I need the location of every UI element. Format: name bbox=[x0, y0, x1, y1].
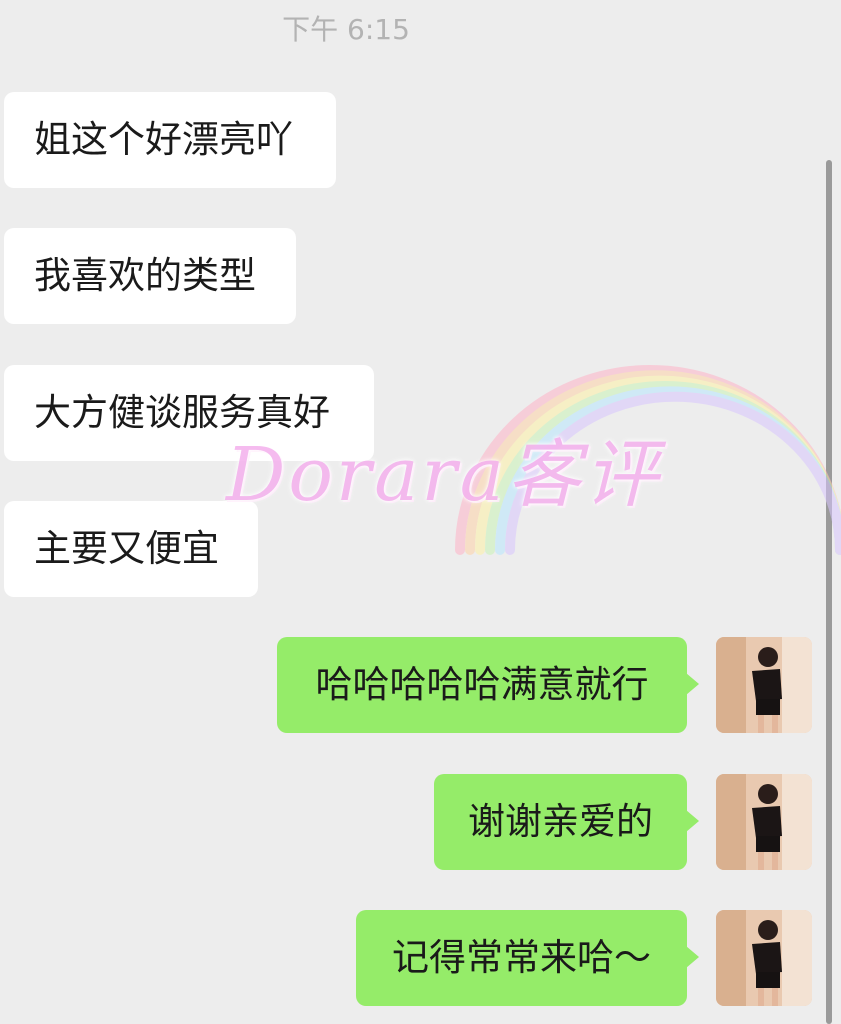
avatar-photo-icon bbox=[716, 774, 812, 870]
user-avatar[interactable] bbox=[716, 774, 812, 870]
incoming-message-bubble[interactable]: 大方健谈服务真好 bbox=[4, 365, 374, 461]
scrollbar[interactable] bbox=[826, 160, 832, 1024]
user-avatar[interactable] bbox=[716, 637, 812, 733]
outgoing-message-bubble[interactable]: 谢谢亲爱的 bbox=[434, 774, 699, 870]
outgoing-message-bubble[interactable]: 哈哈哈哈哈满意就行 bbox=[277, 637, 699, 733]
outgoing-message-bubble[interactable]: 记得常常来哈～ bbox=[356, 910, 699, 1006]
avatar-photo-icon bbox=[716, 637, 812, 733]
incoming-message-bubble[interactable]: 我喜欢的类型 bbox=[4, 228, 296, 324]
user-avatar[interactable] bbox=[716, 910, 812, 1006]
incoming-message-bubble[interactable]: 主要又便宜 bbox=[4, 501, 258, 597]
message-timestamp: 下午 6:15 bbox=[282, 13, 410, 46]
avatar-photo-icon bbox=[716, 910, 812, 1006]
rainbow-watermark-icon bbox=[455, 365, 841, 555]
incoming-message-bubble[interactable]: 姐这个好漂亮吖 bbox=[4, 92, 336, 188]
